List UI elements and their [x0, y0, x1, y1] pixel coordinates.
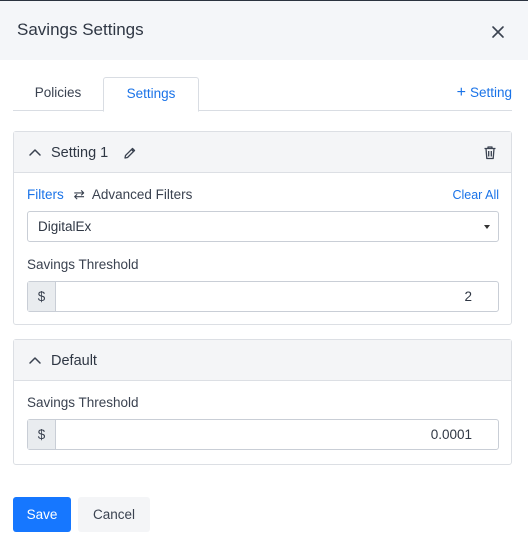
add-setting-label: Setting	[469, 85, 512, 100]
filter-select[interactable]: DigitalEx	[27, 211, 499, 242]
filter-select-value: DigitalEx	[38, 219, 92, 234]
savings-threshold-label: Savings Threshold	[27, 257, 139, 272]
default-title: Default	[51, 353, 97, 369]
swap-icon[interactable]: ⇄	[74, 187, 85, 203]
clear-all-link[interactable]: Clear All	[452, 188, 499, 202]
caret-down-icon	[484, 225, 490, 229]
pencil-icon[interactable]	[123, 146, 137, 160]
cancel-button[interactable]: Cancel	[78, 497, 150, 532]
default-panel-header[interactable]: Default	[14, 340, 511, 381]
advanced-filters-link[interactable]: Advanced Filters	[92, 187, 193, 202]
trash-icon[interactable]	[483, 145, 497, 160]
filters-link[interactable]: Filters	[27, 187, 64, 202]
default-savings-threshold-input[interactable]	[57, 420, 498, 449]
filters-row: Filters ⇄ Advanced Filters Clear All	[27, 187, 499, 205]
plus-icon: +	[456, 84, 466, 101]
add-setting-button[interactable]: + Setting	[457, 77, 512, 109]
save-button[interactable]: Save	[13, 497, 71, 532]
default-panel: Default Savings Threshold $	[13, 339, 512, 465]
currency-prefix: $	[28, 420, 56, 449]
tab-policies[interactable]: Policies	[13, 77, 103, 111]
currency-prefix: $	[28, 282, 56, 311]
dialog-title: Savings Settings	[17, 20, 144, 39]
setting-panel-1-header[interactable]: Setting 1	[14, 132, 511, 173]
chevron-up-icon[interactable]	[28, 146, 42, 158]
savings-threshold-input[interactable]	[57, 282, 498, 311]
setting-panel-1: Setting 1 Filters ⇄ Advanced Filters Cle…	[13, 131, 512, 325]
tab-bar: Policies Settings + Setting	[13, 77, 512, 112]
dialog-header: Savings Settings	[0, 0, 528, 60]
default-savings-threshold-field: $	[27, 419, 499, 450]
default-savings-threshold-label: Savings Threshold	[27, 395, 139, 410]
close-icon[interactable]	[488, 22, 508, 42]
chevron-up-icon[interactable]	[28, 354, 42, 366]
tab-settings[interactable]: Settings	[103, 77, 199, 112]
setting-title: Setting 1	[51, 145, 109, 161]
savings-threshold-field: $	[27, 281, 499, 312]
